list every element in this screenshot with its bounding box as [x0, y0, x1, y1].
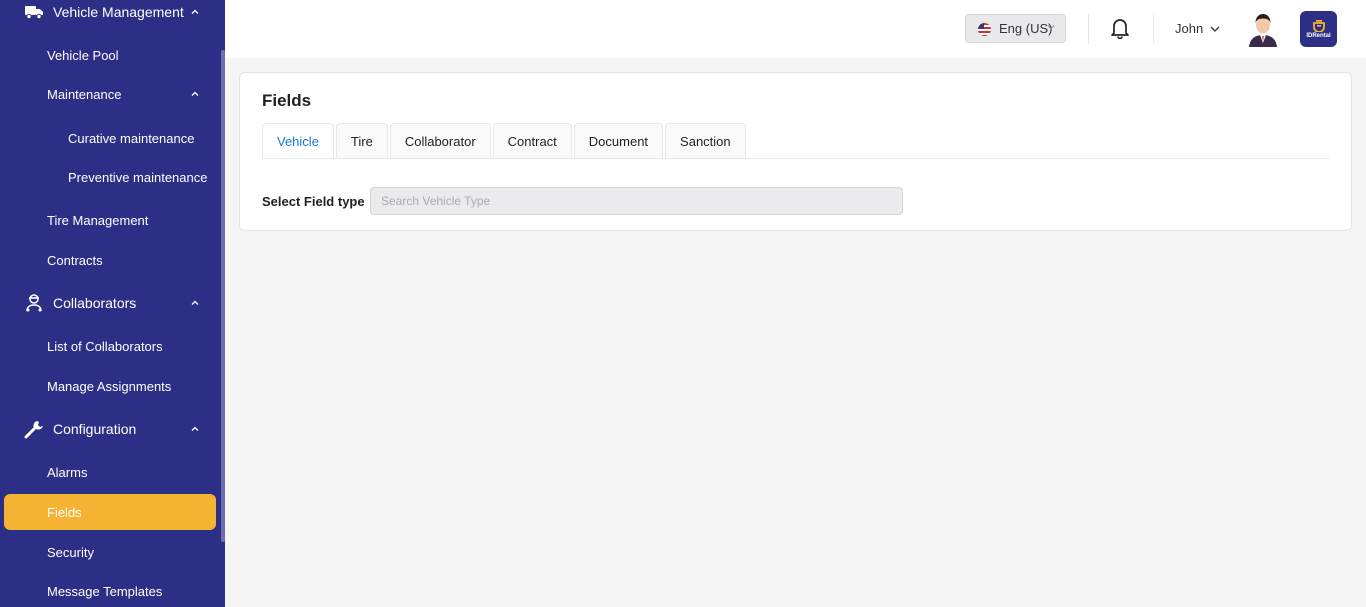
tab-sanction[interactable]: Sanction [665, 123, 746, 159]
tab-tire[interactable]: Tire [335, 123, 388, 159]
sidebar-section-label: Collaborators [53, 295, 137, 311]
truck-icon [24, 2, 44, 22]
chevron-up-icon [191, 9, 199, 14]
sidebar-section-configuration[interactable]: Configuration [0, 412, 216, 446]
us-flag-icon [978, 23, 991, 36]
chevron-up-icon [191, 300, 199, 305]
vehicle-type-search-input[interactable] [370, 187, 903, 215]
sidebar-item-message-templates[interactable]: Message Templates [0, 574, 216, 607]
chevron-up-icon [191, 426, 199, 431]
collaborator-icon [24, 293, 44, 313]
sidebar-item-tire-management[interactable]: Tire Management [0, 203, 216, 237]
sidebar-item-alarms[interactable]: Alarms [0, 455, 216, 489]
chevron-down-icon [1047, 25, 1055, 30]
avatar[interactable] [1245, 11, 1281, 47]
tab-vehicle[interactable]: Vehicle [262, 123, 334, 159]
sidebar-scrollbar[interactable] [221, 50, 225, 542]
sidebar-item-manage-assignments[interactable]: Manage Assignments [0, 369, 216, 403]
header-divider [1088, 14, 1089, 44]
tab-divider [262, 158, 1329, 159]
tab-bar: Vehicle Tire Collaborator Contract Docum… [262, 123, 748, 159]
field-type-label: Select Field type [262, 194, 365, 209]
language-label: Eng (US) [999, 21, 1053, 36]
sidebar-item-fields[interactable]: Fields [4, 494, 216, 530]
sidebar: Vehicle Management Vehicle Pool Maintena… [0, 0, 225, 607]
tab-document[interactable]: Document [573, 123, 664, 159]
wrench-icon [24, 419, 44, 439]
sidebar-item-security[interactable]: Security [0, 535, 216, 569]
app-logo-icon [1312, 20, 1325, 32]
bell-icon[interactable] [1110, 17, 1130, 39]
app-logo[interactable]: IDRental [1300, 11, 1337, 47]
language-selector[interactable]: Eng (US) [965, 14, 1066, 43]
page-title: Fields [262, 91, 312, 110]
tab-collaborator[interactable]: Collaborator [389, 123, 491, 159]
sidebar-item-maintenance[interactable]: Maintenance [0, 77, 216, 111]
sidebar-item-list-of-collaborators[interactable]: List of Collaborators [0, 329, 216, 363]
top-header: Eng (US) John IDRental [225, 0, 1366, 58]
fields-card: Fields Vehicle Tire Collaborator Contrac… [239, 72, 1352, 231]
sidebar-section-label: Configuration [53, 421, 137, 437]
app-logo-text: IDRental [1306, 33, 1331, 39]
sidebar-section-vehicle-management[interactable]: Vehicle Management [0, 0, 216, 29]
sidebar-item-vehicle-pool[interactable]: Vehicle Pool [0, 38, 216, 72]
sidebar-item-contracts[interactable]: Contracts [0, 243, 216, 277]
header-divider [1153, 14, 1154, 44]
sidebar-item-preventive-maintenance[interactable]: Preventive maintenance [0, 160, 216, 194]
chevron-up-icon [191, 91, 199, 96]
sidebar-section-collaborators[interactable]: Collaborators [0, 286, 216, 320]
sidebar-section-label: Vehicle Management [53, 4, 184, 20]
user-name[interactable]: John [1175, 21, 1203, 36]
chevron-down-icon[interactable] [1210, 24, 1220, 34]
sidebar-item-curative-maintenance[interactable]: Curative maintenance [0, 121, 216, 155]
tab-contract[interactable]: Contract [492, 123, 572, 159]
